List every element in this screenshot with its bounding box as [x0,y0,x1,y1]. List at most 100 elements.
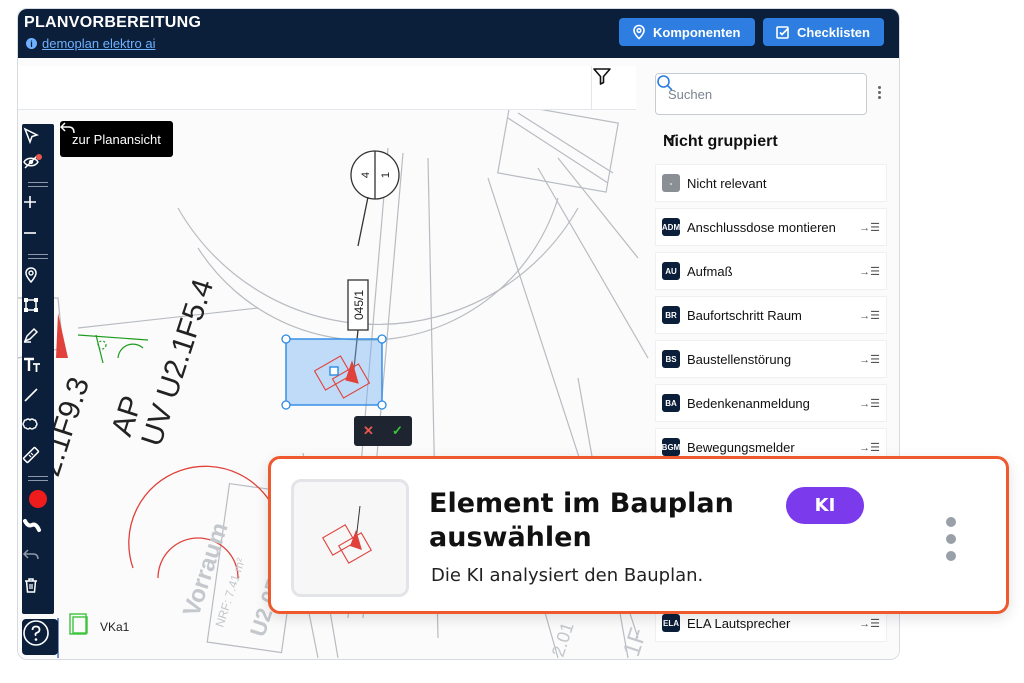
item-badge: BR [662,306,680,324]
visibility-tool[interactable] [22,153,54,179]
undo-tool[interactable] [22,546,54,572]
resize-handle[interactable] [281,400,291,410]
checklist-icon [776,26,789,39]
brush-stroke-icon [23,519,41,532]
location-marker-icon [25,267,37,284]
item-badge: ELA [662,614,680,632]
ki-badge: KI [786,487,864,524]
item-label: ELA Lautsprecher [687,615,791,631]
cloud-shape-icon [22,418,38,430]
group-header[interactable]: Nicht gruppiert [663,133,883,151]
item-badge: BGM [662,438,680,456]
measure-tool[interactable] [22,446,54,472]
info-icon: i [26,38,37,49]
cursor-icon [23,127,40,145]
ki-hint-card: Element im Bauplan auswählen KI Die KI a… [268,456,1009,614]
confirm-selection-bar: ✕ ✓ [354,416,412,446]
checklists-button-label: Checklisten [797,24,870,40]
panel-more-icon[interactable] [873,86,885,102]
list-item[interactable]: - Nicht relevant [655,164,887,202]
search-box [655,73,867,115]
assign-icon[interactable]: →☰ [859,309,880,322]
item-label: Nicht relevant [687,175,767,191]
line-tool[interactable] [22,386,54,412]
filter-button[interactable] [591,66,636,110]
help-button[interactable] [22,619,58,655]
list-item[interactable]: BR Baufortschritt Raum →☰ [655,296,887,334]
assign-icon[interactable]: →☰ [859,441,880,454]
resize-handle[interactable] [377,400,387,410]
text-icon [24,357,40,372]
card-more-icon[interactable] [943,517,959,561]
minus-icon [24,232,36,234]
chevron-down-icon [664,134,676,142]
resize-handle[interactable] [377,334,387,344]
area-tool[interactable] [22,296,54,322]
polygon-select-icon [24,298,38,312]
confirm-selection-button[interactable]: ✓ [392,423,403,439]
assign-icon[interactable]: →☰ [859,397,880,410]
item-badge: AU [662,262,680,280]
list-item[interactable]: BS Baustellenstörung →☰ [655,340,887,378]
label-uv: UV U2.1F5.4 [135,275,220,450]
item-badge: - [662,174,680,192]
item-label: Baustellenstörung [687,351,792,367]
stroke-width-tool[interactable] [22,516,54,542]
filter-bar [18,66,636,110]
cloud-tool[interactable] [22,416,54,442]
list-item[interactable]: BA Bedenkenanmeldung →☰ [655,384,887,422]
assign-icon[interactable]: →☰ [859,221,880,234]
plus-icon [24,196,36,208]
drawing-toolbar [22,124,54,614]
assign-icon[interactable]: →☰ [859,353,880,366]
text-tool[interactable] [22,356,54,382]
delete-tool[interactable] [22,576,54,602]
app-header: PLANVORBEREITUNG i demoplan elektro ai K… [18,9,899,58]
filter-icon [593,68,611,85]
project-link[interactable]: i demoplan elektro ai [26,36,155,51]
location-pin-icon [633,24,645,40]
search-input[interactable] [666,85,830,103]
label-vka1: VKa1 [100,620,130,634]
pen-icon [23,327,39,343]
marker-tool[interactable] [22,266,54,292]
label-o2: 2.01 [548,620,578,660]
card-subtitle: Die KI analysiert den Bauplan. [431,565,704,586]
components-button[interactable]: Komponenten [619,18,755,46]
color-picker[interactable] [22,486,54,512]
resize-handle[interactable] [281,334,291,344]
assign-icon[interactable]: →☰ [859,617,880,630]
back-to-plan-label: zur Planansicht [72,131,161,147]
marker-tag: 045/1 [352,290,366,320]
page-title: PLANVORBEREITUNG [24,14,202,31]
item-label: Bedenkenanmeldung [687,395,810,411]
card-title: Element im Bauplan auswählen [429,488,734,553]
zoom-in-tool[interactable] [22,194,54,220]
vka1-symbol [69,613,88,635]
undo-icon [22,549,39,560]
trash-icon [25,578,37,593]
line-icon [24,388,38,402]
cancel-selection-button[interactable]: ✕ [363,423,374,439]
symbol-preview-icon [321,505,373,564]
marker-circle-top: 4 [360,172,372,178]
item-badge: BS [662,350,680,368]
red-color-dot-icon [29,490,47,508]
back-to-plan-button[interactable]: zur Planansicht [60,121,173,157]
item-badge: BA [662,394,680,412]
item-label: Aufmaß [687,263,733,279]
back-arrow-icon [60,122,75,134]
project-name: demoplan elektro ai [42,36,156,51]
assign-icon[interactable]: →☰ [859,265,880,278]
components-button-label: Komponenten [653,24,741,40]
list-item[interactable]: ADM Anschlussdose montieren →☰ [655,208,887,246]
marker-circle-bottom: 1 [380,172,392,178]
checklists-button[interactable]: Checklisten [763,18,884,46]
pen-tool[interactable] [22,326,54,352]
select-tool[interactable] [22,127,54,153]
eye-off-icon [23,154,42,169]
item-badge: ADM [662,218,680,236]
zoom-out-tool[interactable] [22,225,54,251]
list-item[interactable]: AU Aufmaß →☰ [655,252,887,290]
search-icon [657,75,673,91]
